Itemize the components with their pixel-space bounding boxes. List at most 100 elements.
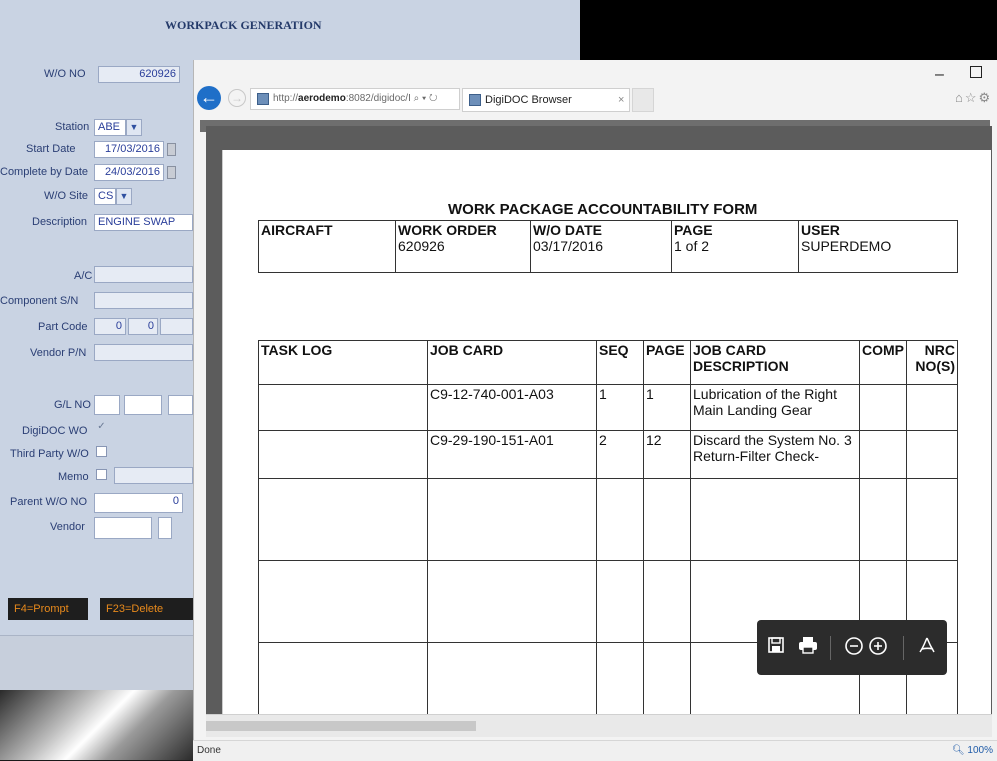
- search-refresh-icon[interactable]: ⌕ ▾ ↻: [414, 93, 438, 104]
- acrobat-icon[interactable]: [916, 636, 938, 661]
- page-cell: 12: [643, 430, 691, 479]
- parent-wo-no-field[interactable]: 0: [94, 493, 183, 513]
- description-cell: Discard the System No. 3 Return-Filter C…: [690, 430, 860, 479]
- col-job-card: JOB CARD: [427, 340, 597, 385]
- arrow-right-icon: →: [231, 91, 243, 105]
- wo-site-field[interactable]: CS: [94, 188, 116, 205]
- tab-title: DigiDOC Browser: [485, 94, 572, 106]
- gl-no-field-2[interactable]: [124, 395, 162, 415]
- component-sn-label: Component S/N: [0, 295, 79, 307]
- page-cell: 1: [643, 384, 691, 431]
- ac-label: A/C: [74, 270, 93, 282]
- seq-cell: 2: [596, 430, 644, 479]
- job-card-cell: C9-29-190-151-A01: [427, 430, 597, 479]
- work-order-label: WORK ORDER: [398, 222, 497, 238]
- chevron-down-icon: ▼: [129, 122, 139, 132]
- chevron-down-icon: ▼: [119, 191, 129, 201]
- address-prefix: http://: [273, 93, 299, 104]
- address-bar[interactable]: http://aerodemo:8082/digidoc/I ⌕ ▾ ↻: [250, 88, 460, 110]
- job-card-cell: C9-12-740-001-A03: [427, 384, 597, 431]
- page-favicon-icon: [257, 93, 269, 105]
- minimize-button[interactable]: –: [935, 66, 944, 84]
- tab-favicon-icon: [469, 94, 481, 106]
- header-table: AIRCRAFT WORK ORDER 620926 W/O DATE 03/17/…: [258, 220, 958, 273]
- tab-close-icon[interactable]: ×: [618, 94, 624, 106]
- form-title: WORK PACKAGE ACCOUNTABILITY FORM: [448, 201, 758, 218]
- nrc-cell: [906, 430, 958, 479]
- workpack-title: WORKPACK GENERATION: [165, 18, 322, 32]
- wo-date-value: 03/17/2016: [533, 238, 604, 254]
- memo-field[interactable]: [114, 467, 193, 484]
- home-favorites-settings-icons[interactable]: ⌂☆⚙: [955, 90, 992, 106]
- description-label: Description: [32, 216, 88, 228]
- col-job-card-description: JOB CARD DESCRIPTION: [690, 340, 860, 385]
- comp-cell: [859, 430, 907, 479]
- col-page: PAGE: [643, 340, 691, 385]
- parent-wo-no-label: Parent W/O NO: [10, 496, 88, 508]
- wo-no-field[interactable]: 620926: [98, 66, 180, 83]
- complete-by-date-field[interactable]: 24/03/2016: [94, 164, 164, 181]
- vendor-pn-label: Vendor P/N: [30, 347, 87, 359]
- zoom-out-icon[interactable]: [843, 636, 865, 661]
- vendor-field-2[interactable]: [158, 517, 172, 539]
- user-value: SUPERDEMO: [801, 238, 892, 254]
- third-party-wo-checkbox[interactable]: [96, 446, 107, 457]
- save-icon[interactable]: [765, 636, 787, 659]
- task-log-cell: [258, 430, 428, 479]
- station-dropdown[interactable]: ▼: [126, 119, 142, 136]
- zoom-in-icon[interactable]: [867, 636, 889, 661]
- status-text: Done: [197, 745, 221, 756]
- browser-tab[interactable]: DigiDOC Browser: [462, 88, 630, 112]
- horizontal-scrollbar[interactable]: [206, 714, 992, 737]
- gl-no-field-3[interactable]: [168, 395, 193, 415]
- component-sn-field[interactable]: [94, 292, 193, 309]
- zoom-text: 100%: [967, 745, 993, 756]
- gl-no-field-1[interactable]: [94, 395, 120, 415]
- forward-button[interactable]: →: [228, 89, 246, 107]
- vendor-label: Vendor: [50, 521, 85, 533]
- work-order-cell: WORK ORDER 620926: [395, 220, 531, 273]
- part-code-label: Part Code: [38, 321, 88, 333]
- vendor-field[interactable]: [94, 517, 152, 539]
- f4-prompt-key[interactable]: F4=Prompt: [8, 598, 88, 620]
- wo-no-label: W/O NO: [44, 68, 86, 80]
- wo-date-cell: W/O DATE 03/17/2016: [530, 220, 672, 273]
- address-host: aerodemo: [298, 93, 346, 104]
- description-field[interactable]: ENGINE SWAP: [94, 214, 193, 231]
- col-seq: SEQ: [596, 340, 644, 385]
- calendar-icon[interactable]: [167, 143, 176, 156]
- back-button[interactable]: ←: [197, 86, 221, 110]
- toolbar-separator: [903, 636, 904, 660]
- scrollbar-thumb[interactable]: [206, 721, 476, 731]
- part-code-field-1[interactable]: 0: [94, 318, 126, 335]
- vendor-pn-field[interactable]: [94, 344, 193, 361]
- col-comp: COMP: [859, 340, 907, 385]
- col-task-log: TASK LOG: [258, 340, 428, 385]
- user-label: USER: [801, 222, 840, 238]
- nrc-cell: [906, 384, 958, 431]
- station-field[interactable]: ABE: [94, 119, 126, 136]
- new-tab-button[interactable]: [632, 88, 654, 112]
- digidoc-wo-checkbox[interactable]: ✓: [96, 421, 107, 432]
- zoom-level[interactable]: 🔍︎ 100%: [952, 741, 993, 761]
- page-value: 1 of 2: [674, 238, 710, 254]
- address-path: :8082/digidoc/I: [345, 93, 411, 104]
- ac-field[interactable]: [94, 266, 193, 283]
- aircraft-label: AIRCRAFT: [261, 222, 333, 238]
- memo-checkbox[interactable]: [96, 469, 107, 480]
- col-nrc: NRC NO(S): [906, 340, 958, 385]
- gl-no-label: G/L NO: [54, 399, 91, 411]
- status-bar: Done 🔍︎ 100%: [193, 740, 997, 761]
- third-party-wo-label: Third Party W/O: [10, 448, 89, 460]
- maximize-button[interactable]: [970, 66, 982, 78]
- print-icon[interactable]: [797, 636, 819, 659]
- complete-by-date-label: Complete by Date: [0, 166, 89, 178]
- start-date-field[interactable]: 17/03/2016: [94, 141, 164, 158]
- table-row: C9-29-190-151-A01 2 12 Discard the Syste…: [258, 430, 958, 479]
- wo-site-dropdown[interactable]: ▼: [116, 188, 132, 205]
- part-code-field-3[interactable]: [160, 318, 193, 335]
- f23-delete-key[interactable]: F23=Delete: [100, 598, 193, 620]
- seq-cell: 1: [596, 384, 644, 431]
- part-code-field-2[interactable]: 0: [128, 318, 158, 335]
- calendar-icon[interactable]: [167, 166, 176, 179]
